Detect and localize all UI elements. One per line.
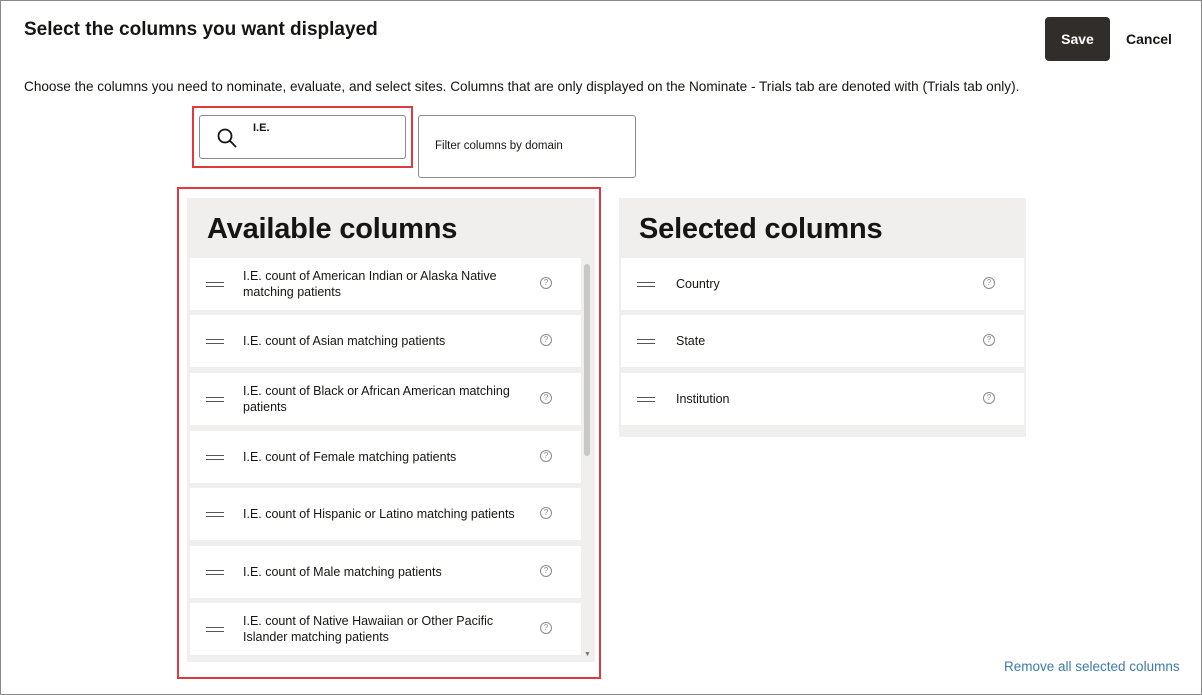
column-label: I.E. count of Hispanic or Latino matchin… [243, 507, 515, 521]
drag-handle-icon[interactable] [206, 512, 224, 517]
help-icon[interactable]: ? [983, 277, 995, 289]
domain-filter-select[interactable]: Filter columns by domain [418, 115, 636, 178]
column-label: Country [676, 277, 720, 291]
column-label: I.E. count of Black or African American … [243, 384, 510, 414]
domain-filter-placeholder: Filter columns by domain [435, 140, 563, 152]
dialog-title: Select the columns you want displayed [24, 19, 378, 40]
help-icon[interactable]: ? [540, 507, 552, 519]
search-input[interactable]: I.E. [199, 115, 406, 159]
help-icon[interactable]: ? [983, 392, 995, 404]
available-column-item[interactable]: I.E. count of Asian matching patients ? [190, 315, 581, 367]
save-button[interactable]: Save [1045, 17, 1110, 61]
column-label: State [676, 334, 706, 348]
available-column-item[interactable]: I.E. count of Black or African American … [190, 373, 581, 425]
drag-handle-icon[interactable] [637, 282, 655, 287]
selected-column-item[interactable]: Country ? [621, 258, 1024, 310]
help-icon[interactable]: ? [540, 277, 552, 289]
column-label: I.E. count of Native Hawaiian or Other P… [243, 614, 494, 644]
available-column-item[interactable]: I.E. count of American Indian or Alaska … [190, 258, 581, 310]
search-input-value: I.E. [253, 122, 270, 134]
scroll-down-arrow-icon[interactable]: ▼ [584, 651, 591, 658]
column-label: I.E. count of American Indian or Alaska … [243, 269, 497, 299]
drag-handle-icon[interactable] [206, 627, 224, 632]
selected-column-item[interactable]: Institution ? [621, 373, 1024, 425]
drag-handle-icon[interactable] [206, 339, 224, 344]
help-icon[interactable]: ? [540, 334, 552, 346]
search-icon [217, 128, 237, 148]
drag-handle-icon[interactable] [206, 570, 224, 575]
drag-handle-icon[interactable] [637, 339, 655, 344]
selected-column-item[interactable]: State ? [621, 315, 1024, 367]
selected-columns-panel: Selected columns Country ? State ? Insti… [619, 198, 1026, 437]
help-icon[interactable]: ? [540, 622, 552, 634]
remove-all-selected-columns-link[interactable]: Remove all selected columns [1004, 659, 1180, 674]
available-column-item[interactable]: I.E. count of Male matching patients ? [190, 546, 581, 598]
column-label: Institution [676, 392, 730, 406]
available-columns-panel: Available columns I.E. count of American… [187, 198, 595, 662]
available-column-item[interactable]: I.E. count of Native Hawaiian or Other P… [190, 603, 581, 655]
column-label: I.E. count of Female matching patients [243, 450, 457, 464]
help-icon[interactable]: ? [540, 392, 552, 404]
drag-handle-icon[interactable] [206, 397, 224, 402]
help-icon[interactable]: ? [540, 565, 552, 577]
drag-handle-icon[interactable] [206, 455, 224, 460]
help-icon[interactable]: ? [983, 334, 995, 346]
available-columns-scrollbar[interactable]: ▼ [583, 258, 591, 658]
dialog-description: Choose the columns you need to nominate,… [24, 79, 1020, 94]
drag-handle-icon[interactable] [206, 282, 224, 287]
available-column-item[interactable]: I.E. count of Female matching patients ? [190, 431, 581, 483]
drag-handle-icon[interactable] [637, 397, 655, 402]
column-label: I.E. count of Asian matching patients [243, 334, 446, 348]
scrollbar-thumb[interactable] [584, 264, 590, 456]
cancel-button[interactable]: Cancel [1118, 17, 1180, 61]
help-icon[interactable]: ? [540, 450, 552, 462]
selected-columns-title: Selected columns [639, 213, 883, 245]
column-label: I.E. count of Male matching patients [243, 565, 442, 579]
available-column-item[interactable]: I.E. count of Hispanic or Latino matchin… [190, 488, 581, 540]
available-columns-title: Available columns [207, 213, 458, 245]
